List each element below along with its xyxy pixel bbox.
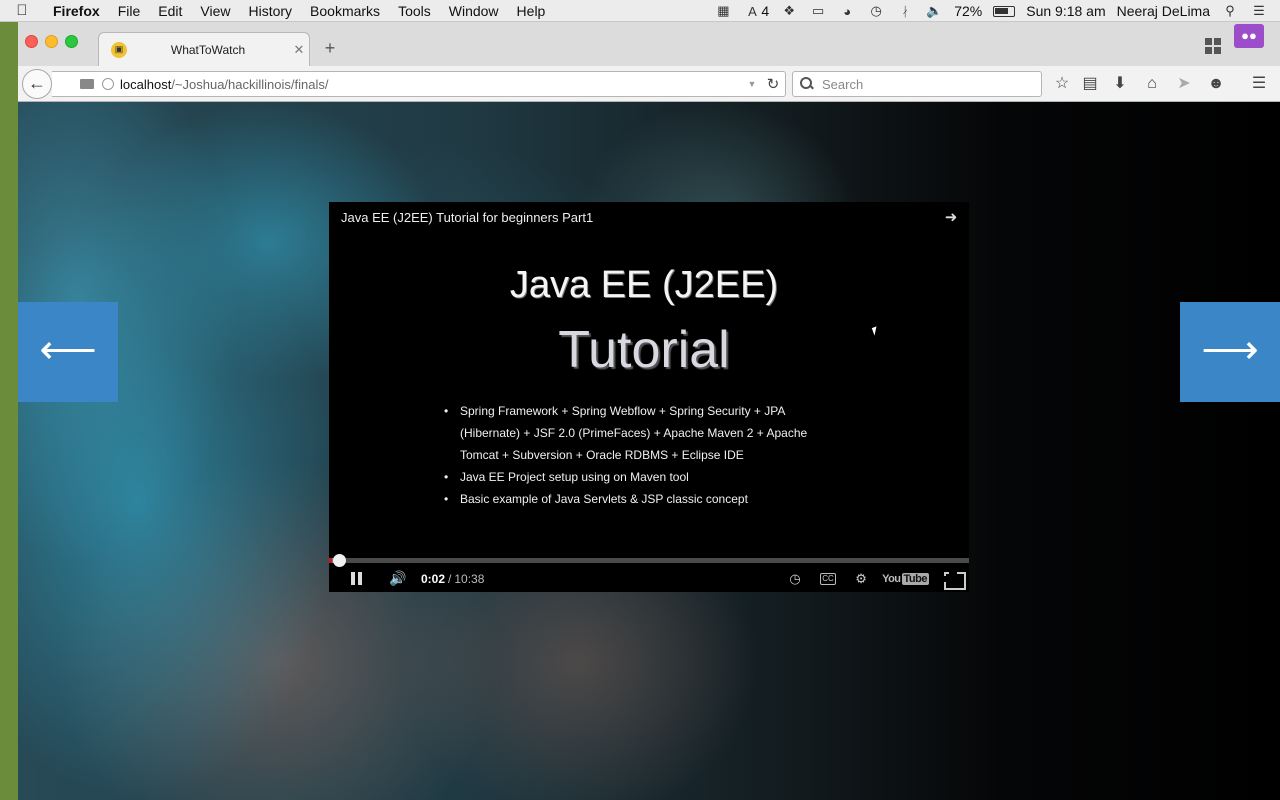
- menu-extras: ▦ A4 ❖ ▭ ◕ ◷ ᛅ 🔈 72% Sun 9:18 am Neeraj …: [714, 0, 1280, 22]
- url-host: localhost: [120, 76, 172, 92]
- macos-menu-bar:  Firefox File Edit View History Bookmar…: [0, 0, 1280, 22]
- time-current: 0:02: [421, 571, 446, 586]
- bookmark-star-icon[interactable]: ☆: [1052, 74, 1072, 94]
- user-name[interactable]: Neeraj DeLima: [1117, 3, 1210, 19]
- tab-whattowatch[interactable]: ▣ WhatToWatch ✕: [98, 32, 310, 66]
- slide-bullet: Java EE Project setup using on Maven too…: [444, 466, 824, 488]
- new-tab-button[interactable]: +: [320, 38, 340, 58]
- video-title[interactable]: Java EE (J2EE) Tutorial for beginners Pa…: [341, 210, 593, 225]
- wifi-icon[interactable]: ◕: [838, 3, 856, 19]
- slide-bullet: Spring Framework + Spring Webflow + Spri…: [444, 400, 824, 466]
- downloads-icon[interactable]: ⬇: [1110, 74, 1130, 94]
- tab-favicon-icon: ▣: [111, 41, 127, 58]
- window-minimize-button[interactable]: [45, 35, 58, 48]
- spotlight-search-icon[interactable]: ⚲: [1221, 3, 1239, 19]
- menu-help[interactable]: Help: [508, 3, 555, 19]
- volume-icon[interactable]: 🔊: [389, 570, 407, 587]
- status-app-icon[interactable]: ▦: [714, 3, 732, 19]
- slide-bullet: Basic example of Java Servlets & JSP cla…: [444, 488, 824, 510]
- dropbox-icon[interactable]: ❖: [780, 3, 798, 19]
- menu-view[interactable]: View: [191, 3, 239, 19]
- hamburger-menu-icon[interactable]: ☰: [1249, 74, 1269, 94]
- menu-file[interactable]: File: [109, 3, 150, 19]
- notification-center-icon[interactable]: ☰: [1250, 3, 1268, 19]
- youtube-video-player[interactable]: Java EE (J2EE) Tutorial for beginners Pa…: [329, 202, 969, 592]
- private-browsing-mask-icon: ●●: [1234, 24, 1264, 48]
- tab-groups-icon[interactable]: [1205, 38, 1221, 54]
- settings-gear-icon[interactable]: ⚙: [850, 571, 872, 587]
- page-content: ⟵ ⟶ Java EE (J2EE) Tutorial for beginner…: [18, 102, 1280, 800]
- slide-heading: Java EE (J2EE): [509, 264, 779, 306]
- send-icon[interactable]: ➤: [1174, 74, 1194, 94]
- tab-title: WhatToWatch: [170, 42, 246, 57]
- menu-history[interactable]: History: [239, 3, 301, 19]
- adobe-icon: A: [748, 3, 757, 19]
- search-bar[interactable]: Search: [792, 71, 1042, 97]
- next-button[interactable]: ⟶: [1180, 302, 1280, 402]
- url-bar[interactable]: localhost/~Joshua/hackillinois/finals/ ▼…: [52, 71, 786, 97]
- watch-later-icon[interactable]: ◷: [784, 571, 806, 587]
- chat-icon[interactable]: ☻: [1206, 74, 1226, 94]
- tab-close-icon[interactable]: ✕: [289, 42, 309, 58]
- time-machine-icon[interactable]: ◷: [867, 3, 885, 19]
- menu-edit[interactable]: Edit: [149, 3, 191, 19]
- pause-button[interactable]: [349, 572, 365, 585]
- url-path: /~Joshua/hackillinois/finals/: [171, 76, 329, 92]
- share-icon[interactable]: ➜: [941, 208, 961, 228]
- back-button[interactable]: ←: [22, 69, 52, 99]
- airplay-icon[interactable]: ▭: [809, 3, 827, 19]
- url-text[interactable]: localhost/~Joshua/hackillinois/finals/: [120, 77, 743, 92]
- slide-subheading: Tutorial: [558, 321, 730, 379]
- time-total: 10:38: [454, 571, 485, 586]
- apple-menu-icon[interactable]: : [0, 2, 44, 19]
- menu-app-name[interactable]: Firefox: [44, 3, 109, 19]
- menu-window[interactable]: Window: [440, 3, 508, 19]
- youtube-logo-you: You: [882, 572, 901, 585]
- battery-icon[interactable]: [993, 5, 1016, 17]
- bluetooth-icon[interactable]: ᛅ: [896, 3, 914, 19]
- search-placeholder: Search: [822, 76, 864, 92]
- window-close-button[interactable]: [25, 35, 38, 48]
- window-zoom-button[interactable]: [65, 35, 78, 48]
- tab-bar: ▣ WhatToWatch ✕ + ●●: [18, 22, 1280, 66]
- url-history-dropdown-icon[interactable]: ▼: [743, 79, 761, 89]
- previous-button[interactable]: ⟵: [18, 302, 118, 402]
- adobe-status[interactable]: A4: [743, 3, 769, 20]
- adobe-count: 4: [761, 2, 770, 19]
- site-identity-icon[interactable]: [102, 78, 114, 90]
- reading-list-icon[interactable]: [80, 79, 94, 89]
- volume-icon[interactable]: 🔈: [925, 3, 943, 19]
- navigation-toolbar: localhost/~Joshua/hackillinois/finals/ ▼…: [18, 66, 1280, 102]
- youtube-logo-tube: Tube: [901, 572, 929, 585]
- fullscreen-icon[interactable]: [942, 569, 966, 590]
- search-icon: [800, 77, 814, 91]
- video-progress-bar[interactable]: [329, 554, 969, 567]
- menu-tools[interactable]: Tools: [389, 3, 440, 19]
- battery-percent[interactable]: 72%: [954, 3, 982, 19]
- time-separator: /: [448, 571, 452, 586]
- video-controls: 🔊 0:02 / 10:38 ◷ CC ⚙ You Tube: [329, 565, 969, 592]
- youtube-logo[interactable]: You Tube: [882, 572, 929, 585]
- captions-button[interactable]: CC: [820, 572, 837, 585]
- bookmarks-menu-icon[interactable]: ▤: [1080, 74, 1100, 94]
- clock[interactable]: Sun 9:18 am: [1026, 3, 1105, 19]
- reload-icon[interactable]: ↻: [761, 75, 785, 93]
- menu-bookmarks[interactable]: Bookmarks: [301, 3, 389, 19]
- slide-bullet-list: Spring Framework + Spring Webflow + Spri…: [444, 400, 824, 510]
- browser-window: ▣ WhatToWatch ✕ + ●● localhost/~Joshua/h…: [18, 22, 1280, 800]
- home-icon[interactable]: ⌂: [1142, 74, 1162, 94]
- video-played-bar: [329, 558, 332, 563]
